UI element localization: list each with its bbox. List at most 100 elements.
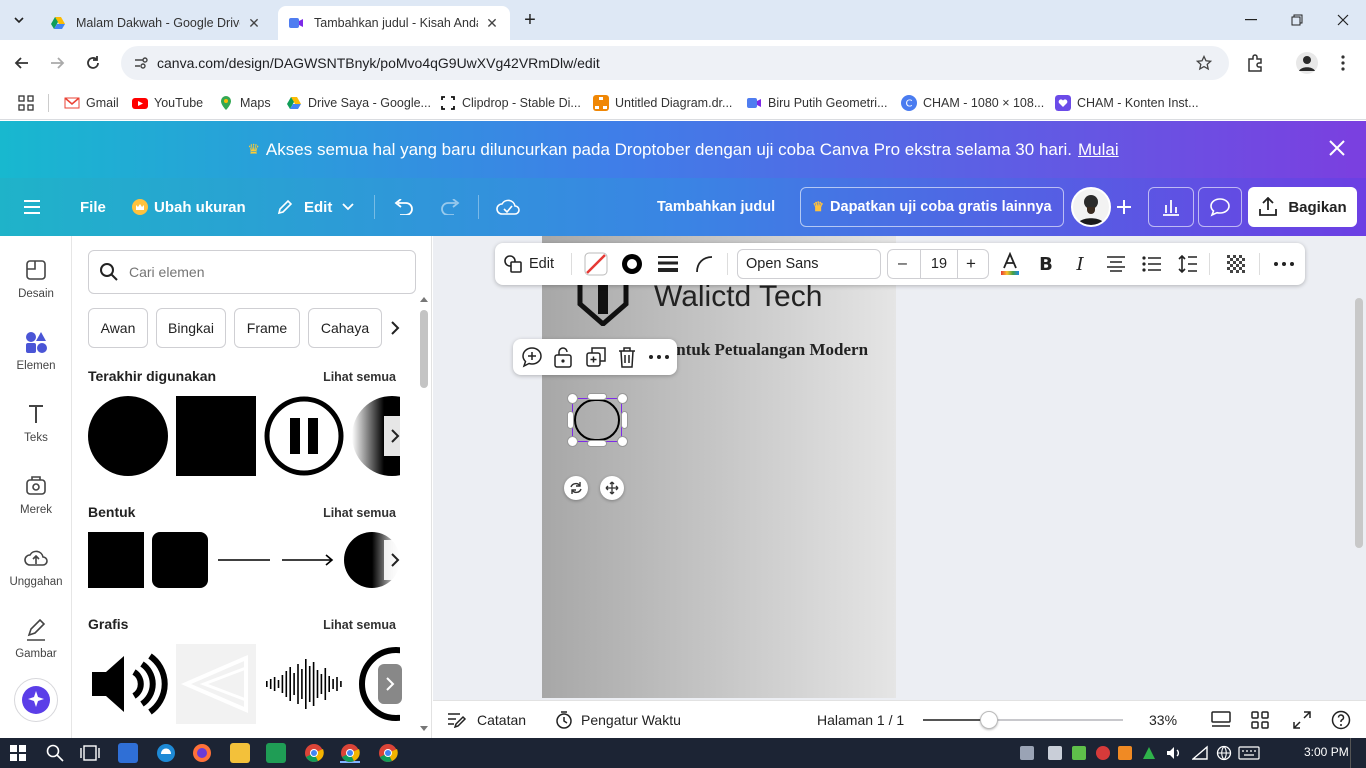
graphic-speaker-icon[interactable] <box>88 644 168 724</box>
bookmark-gmail[interactable]: Gmail <box>64 92 119 114</box>
tray-icon[interactable] <box>1020 746 1034 760</box>
fill-color-swatch[interactable] <box>583 249 609 279</box>
canvas-subheading[interactable]: Untuk Petualangan Modern <box>664 340 868 360</box>
taskbar-app-icon[interactable] <box>266 743 286 763</box>
rail-uploads[interactable]: Unggahan <box>0 546 72 588</box>
chrome-icon[interactable] <box>340 743 360 763</box>
wifi-icon[interactable] <box>1192 745 1208 761</box>
lock-icon[interactable] <box>553 346 573 368</box>
undo-icon[interactable] <box>392 190 414 224</box>
line-spacing-icon[interactable] <box>1175 249 1201 279</box>
chip-cahaya[interactable]: Cahaya <box>308 308 382 348</box>
rail-elements[interactable]: Elemen <box>0 330 72 372</box>
tray-icon[interactable] <box>1142 746 1156 760</box>
resize-handle[interactable] <box>621 411 628 429</box>
chrome-icon[interactable] <box>304 743 324 763</box>
canvas-workspace[interactable]: Walictd Tech Untuk Petualangan Modern <box>433 236 1366 700</box>
bookmark-youtube[interactable]: YouTube <box>132 92 203 114</box>
edge-icon[interactable] <box>156 743 176 763</box>
back-icon[interactable] <box>7 48 37 78</box>
panel-scrollbar[interactable] <box>418 294 428 734</box>
redo-icon[interactable] <box>440 190 462 224</box>
chip-bingkai[interactable]: Bingkai <box>156 308 226 348</box>
tray-icon[interactable] <box>1072 746 1086 760</box>
grid-view-icon[interactable] <box>1251 710 1269 730</box>
see-all-shapes-link[interactable]: Lihat semua <box>323 506 396 520</box>
profile-avatar[interactable] <box>1292 48 1322 78</box>
language-icon[interactable] <box>1216 745 1232 761</box>
see-all-graphics-link[interactable]: Lihat semua <box>323 618 396 632</box>
new-tab-icon[interactable]: + <box>514 0 546 40</box>
tray-icon[interactable] <box>1096 746 1110 760</box>
edit-shape-button[interactable]: Edit <box>503 249 554 279</box>
bookmark-star-icon[interactable] <box>1196 55 1212 71</box>
help-icon[interactable] <box>1331 710 1351 730</box>
notes-button[interactable]: Catatan <box>447 710 526 730</box>
shape-square[interactable] <box>88 532 144 588</box>
forward-icon[interactable] <box>42 48 72 78</box>
resize-handle[interactable] <box>587 393 607 400</box>
extensions-icon[interactable] <box>1240 48 1270 78</box>
chevron-right-icon[interactable] <box>384 540 406 580</box>
tab-canva[interactable]: Tambahkan judul - Kisah Anda ✕ <box>278 6 510 40</box>
close-banner-icon[interactable] <box>1328 139 1346 157</box>
more-options-icon[interactable] <box>649 355 669 359</box>
bold-icon[interactable]: B <box>1033 249 1059 279</box>
corner-rounding-icon[interactable] <box>691 249 717 279</box>
file-explorer-icon[interactable] <box>230 743 250 763</box>
bookmark-drive[interactable]: Drive Saya - Google... <box>286 92 431 114</box>
resize-handle[interactable] <box>587 440 607 447</box>
font-family-dropdown[interactable]: Open Sans <box>737 249 881 279</box>
bookmark-cham-1080[interactable]: C CHAM - 1080 × 108... <box>901 92 1044 114</box>
free-trial-button[interactable]: ♛ Dapatkan uji coba gratis lainnya <box>800 187 1064 227</box>
transparency-icon[interactable] <box>1223 249 1249 279</box>
close-icon[interactable]: ✕ <box>246 15 262 31</box>
rail-design[interactable]: Desain <box>0 258 72 300</box>
italic-icon[interactable]: I <box>1067 249 1093 279</box>
element-search[interactable] <box>88 250 416 294</box>
timer-button[interactable]: Pengatur Waktu <box>555 710 681 730</box>
resize-button[interactable]: Ubah ukuran <box>132 190 246 224</box>
windows-start-icon[interactable] <box>10 745 26 761</box>
resize-handle[interactable] <box>567 393 578 404</box>
tab-search-icon[interactable] <box>4 0 34 40</box>
bookmark-clipdrop[interactable]: Clipdrop - Stable Di... <box>440 92 581 114</box>
graphic-rewind-icon[interactable] <box>176 644 256 724</box>
zoom-level[interactable]: 33% <box>1149 710 1177 730</box>
rotate-icon[interactable] <box>564 476 588 500</box>
shape-line[interactable] <box>216 532 272 588</box>
zoom-slider[interactable] <box>923 711 1123 729</box>
comments-icon[interactable] <box>1198 187 1242 227</box>
resize-handle[interactable] <box>617 436 628 447</box>
shape-rounded-square[interactable] <box>152 532 208 588</box>
bullet-list-icon[interactable] <box>1139 249 1165 279</box>
bookmark-maps[interactable]: Maps <box>218 92 271 114</box>
rail-text[interactable]: Teks <box>0 402 72 444</box>
delete-icon[interactable] <box>617 346 637 368</box>
store-icon[interactable] <box>118 743 138 763</box>
design-page[interactable]: Walictd Tech Untuk Petualangan Modern <box>542 236 896 698</box>
task-view-icon[interactable] <box>80 744 100 762</box>
tray-icon[interactable] <box>1048 746 1062 760</box>
show-desktop-button[interactable] <box>1350 738 1366 768</box>
browser-menu-icon[interactable] <box>1328 48 1358 78</box>
clock[interactable]: 3:00 PM <box>1304 745 1349 759</box>
font-size-value[interactable]: 19 <box>920 250 958 278</box>
file-menu[interactable]: File <box>80 190 106 224</box>
tray-icon[interactable] <box>1118 746 1132 760</box>
canvas-heading[interactable]: Walictd Tech <box>654 280 822 314</box>
border-style-icon[interactable] <box>655 249 681 279</box>
design-title[interactable]: Tambahkan judul <box>657 190 775 224</box>
more-options-icon[interactable] <box>1271 249 1297 279</box>
site-info-icon[interactable] <box>133 55 149 71</box>
graphic-soundwave-icon[interactable] <box>264 644 344 724</box>
page-indicator[interactable]: Halaman 1 / 1 <box>817 710 904 730</box>
address-bar[interactable]: canva.com/design/DAGWSNTBnyk/poMvo4qG9Uw… <box>121 46 1229 80</box>
chevron-right-icon[interactable] <box>378 664 402 704</box>
align-center-icon[interactable] <box>1103 249 1129 279</box>
move-icon[interactable] <box>600 476 624 500</box>
bookmark-diagram[interactable]: Untitled Diagram.dr... <box>593 92 732 114</box>
increase-font-size-button[interactable]: + <box>966 254 976 274</box>
chip-awan[interactable]: Awan <box>88 308 148 348</box>
cloud-save-icon[interactable] <box>496 190 520 224</box>
